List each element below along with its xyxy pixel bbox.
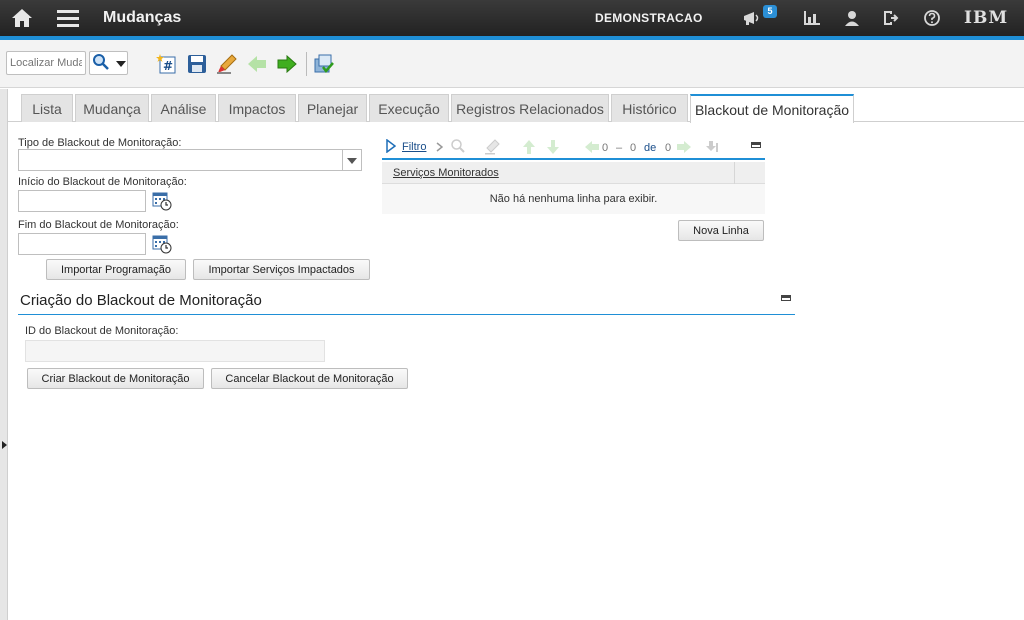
- tab-impactos[interactable]: Impactos: [218, 94, 296, 122]
- blackout-id-field: [25, 340, 325, 362]
- select-action-icon[interactable]: [313, 53, 335, 75]
- help-icon[interactable]: [920, 6, 944, 30]
- organization-name: DEMONSTRACAO: [595, 11, 703, 25]
- start-label: Início do Blackout de Monitoração:: [18, 176, 187, 188]
- home-icon[interactable]: [10, 6, 34, 30]
- next-arrow-icon[interactable]: [276, 53, 298, 75]
- sign-out-icon[interactable]: [880, 6, 904, 30]
- cancel-blackout-button[interactable]: Cancelar Blackout de Monitoração: [211, 368, 408, 389]
- new-record-icon[interactable]: #: [156, 53, 178, 75]
- filter-link[interactable]: Filtro: [402, 141, 426, 153]
- tab-historico[interactable]: Histórico: [611, 94, 688, 122]
- notification-badge: 5: [763, 5, 777, 18]
- new-row-button[interactable]: Nova Linha: [678, 220, 764, 241]
- minimize-table-icon[interactable]: [751, 142, 761, 148]
- menu-icon[interactable]: [56, 6, 80, 30]
- end-date-input[interactable]: [18, 233, 146, 255]
- save-icon[interactable]: [186, 53, 208, 75]
- clear-changes-icon[interactable]: [216, 53, 238, 75]
- previous-page-icon[interactable]: [584, 140, 600, 157]
- megaphone-icon[interactable]: [740, 6, 764, 30]
- tab-registros-relacionados[interactable]: Registros Relacionados: [451, 94, 609, 122]
- reports-icon[interactable]: [800, 6, 824, 30]
- import-schedule-button[interactable]: Importar Programação: [46, 259, 186, 280]
- pager-to: 0: [630, 142, 637, 154]
- chevron-down-icon: [347, 153, 357, 167]
- pager-from: 0: [602, 142, 609, 154]
- id-label: ID do Blackout de Monitoração:: [25, 325, 179, 337]
- start-date-input[interactable]: [18, 190, 146, 212]
- section-divider: [18, 314, 795, 315]
- minimize-section-icon[interactable]: [781, 295, 791, 301]
- type-select[interactable]: [18, 149, 343, 171]
- expand-table-icon[interactable]: [386, 138, 397, 156]
- tab-lista[interactable]: Lista: [21, 94, 73, 122]
- tab-analise[interactable]: Análise: [151, 94, 216, 122]
- type-label: Tipo de Blackout de Monitoração:: [18, 137, 182, 149]
- import-services-button[interactable]: Importar Serviços Impactados: [193, 259, 370, 280]
- calendar-icon[interactable]: [152, 234, 172, 254]
- ibm-logo: IBM: [964, 8, 1009, 28]
- column-separator: [734, 162, 735, 184]
- download-icon[interactable]: [704, 140, 720, 157]
- section-title: Criação do Blackout de Monitoração: [20, 292, 262, 309]
- side-panel-toggle[interactable]: [0, 89, 8, 620]
- top-header: Mudanças DEMONSTRACAO 5 IBM: [0, 0, 1024, 36]
- app-title: Mudanças: [103, 9, 182, 26]
- search-button[interactable]: [89, 51, 128, 75]
- type-select-dropdown[interactable]: [343, 149, 362, 171]
- arrow-down-icon[interactable]: [546, 139, 560, 158]
- clear-filter-icon[interactable]: [484, 139, 500, 158]
- search-input[interactable]: [6, 51, 86, 75]
- column-header-monitored-services[interactable]: Serviços Monitorados: [393, 167, 499, 179]
- chevron-right-icon[interactable]: [436, 141, 444, 155]
- create-blackout-button[interactable]: Criar Blackout de Monitoração: [27, 368, 204, 389]
- pager-dash: –: [616, 142, 623, 154]
- arrow-up-icon[interactable]: [522, 139, 536, 158]
- tab-mudanca[interactable]: Mudança: [75, 94, 149, 122]
- previous-arrow-icon[interactable]: [246, 53, 268, 75]
- expand-arrow-icon: [2, 441, 7, 449]
- next-page-icon[interactable]: [676, 140, 692, 157]
- magnifier-icon: [92, 53, 110, 74]
- table-toolbar: Filtro 0 – 0 de 0: [382, 136, 765, 160]
- chevron-down-icon[interactable]: [116, 56, 126, 70]
- main-toolbar: #: [0, 40, 1024, 88]
- table-empty-message: Não há nenhuma linha para exibir.: [382, 184, 765, 214]
- toolbar-separator: [306, 52, 307, 76]
- end-label: Fim do Blackout de Monitoração:: [18, 219, 179, 231]
- pager-of-label: de: [644, 142, 657, 154]
- calendar-icon[interactable]: [152, 191, 172, 211]
- table-header: Serviços Monitorados: [382, 162, 765, 184]
- pager-total: 0: [665, 142, 672, 154]
- tab-execucao[interactable]: Execução: [369, 94, 449, 122]
- tab-blackout-de-monitoracao[interactable]: Blackout de Monitoração: [690, 94, 854, 123]
- find-icon[interactable]: [450, 138, 466, 157]
- user-profile-icon[interactable]: [840, 6, 864, 30]
- svg-text:#: #: [163, 59, 173, 73]
- tab-planejar[interactable]: Planejar: [298, 94, 367, 122]
